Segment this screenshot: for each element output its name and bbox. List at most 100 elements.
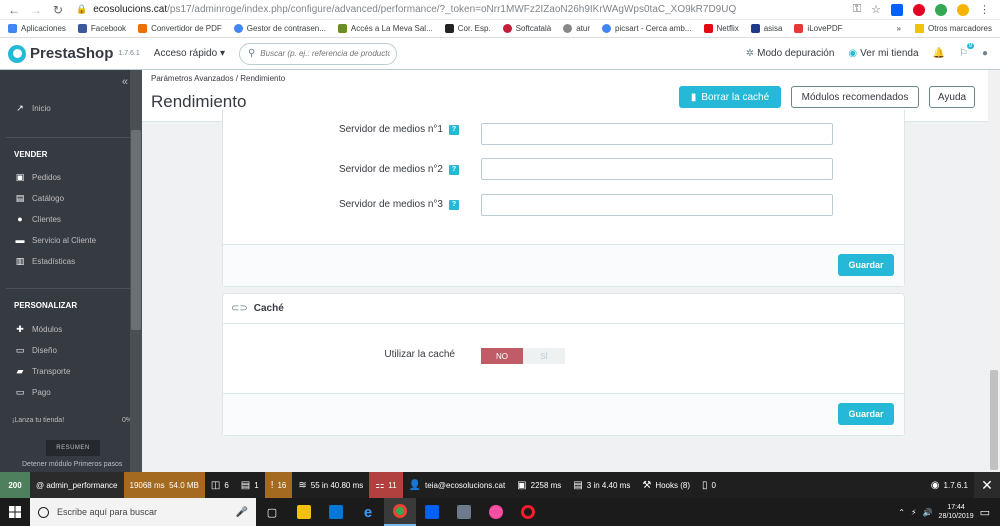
extension-icon[interactable] bbox=[935, 3, 947, 16]
dropbox-icon[interactable] bbox=[416, 498, 448, 526]
pinterest-icon[interactable] bbox=[913, 3, 925, 16]
forward-icon[interactable]: → bbox=[28, 3, 44, 17]
sidebar-item-home[interactable]: ↗ Inicio bbox=[14, 103, 50, 113]
microphone-icon[interactable]: 🎤 bbox=[236, 507, 248, 518]
clear-cache-button[interactable]: ▮ Borrar la caché bbox=[679, 86, 781, 108]
file-explorer-icon[interactable] bbox=[288, 498, 320, 526]
bookmark-ilovepdf[interactable]: iLovePDF bbox=[794, 24, 843, 33]
media-server-3-input[interactable] bbox=[481, 194, 833, 216]
bookmark-picsart[interactable]: picsart - Cerca amb... bbox=[602, 24, 692, 33]
search-icon: ⚲ bbox=[247, 48, 256, 59]
help-icon[interactable]: ? bbox=[449, 199, 459, 210]
sidebar-item-orders[interactable]: ▣ Pedidos bbox=[14, 172, 61, 182]
warnings-cell[interactable]: ! 16 bbox=[264, 472, 293, 498]
employee-cell[interactable]: 👤 teia@ecosolucions.cat bbox=[403, 472, 512, 498]
dropbox-icon[interactable] bbox=[891, 3, 903, 16]
sidebar-item-modules[interactable]: ✚ Módulos bbox=[14, 324, 62, 334]
header-search[interactable]: ⚲ bbox=[238, 42, 397, 65]
sidebar-item-design[interactable]: ▭ Diseño bbox=[14, 345, 57, 355]
help-button[interactable]: Ayuda bbox=[929, 86, 975, 108]
close-debugbar-icon[interactable]: ✕ bbox=[974, 472, 1000, 498]
app-icon[interactable] bbox=[448, 498, 480, 526]
edge-icon[interactable]: e bbox=[352, 498, 384, 526]
use-cache-switch[interactable]: NO SÍ bbox=[481, 348, 565, 364]
save-cache-button[interactable]: Guardar bbox=[838, 403, 894, 425]
bookmark-apps[interactable]: Aplicaciones bbox=[8, 24, 66, 33]
sidebar-item-customers[interactable]: ● Clientes bbox=[14, 214, 61, 224]
bookmark-cor[interactable]: Cor. Esp. bbox=[444, 24, 491, 33]
cache-yes-option[interactable]: SÍ bbox=[523, 348, 565, 364]
bookmark-pdf[interactable]: Convertidor de PDF bbox=[138, 24, 222, 33]
prestashop-icon: ◉ bbox=[930, 479, 940, 491]
notifications-bell-icon[interactable]: 🔔 bbox=[933, 48, 945, 59]
modules-cell[interactable]: ⚏ 11 bbox=[369, 472, 403, 498]
size-cell[interactable]: ▣ 2258 ms bbox=[511, 472, 567, 498]
star-icon[interactable]: ☆ bbox=[871, 3, 881, 16]
objects-cell[interactable]: ▯ 0 bbox=[696, 472, 722, 498]
view-shop-link[interactable]: ◉ Ver mi tienda bbox=[848, 48, 918, 59]
volume-icon[interactable]: 🔊 bbox=[923, 508, 933, 517]
bookmark-facebook[interactable]: Facebook bbox=[77, 24, 126, 33]
collapse-sidebar-icon[interactable]: « bbox=[122, 76, 128, 88]
help-icon[interactable]: ? bbox=[449, 164, 459, 175]
panel-footer: Guardar bbox=[223, 244, 904, 286]
content-scrollbar-thumb[interactable] bbox=[990, 370, 998, 470]
reload-icon[interactable]: ↻ bbox=[50, 3, 66, 17]
sidebar-scrollbar-thumb[interactable] bbox=[131, 130, 141, 330]
more-bookmarks-icon[interactable]: » bbox=[897, 24, 901, 33]
hooks-cell[interactable]: ⚒ Hooks (8) bbox=[636, 472, 696, 498]
status-code-badge[interactable]: 200 bbox=[0, 472, 30, 498]
task-view-icon[interactable]: ▢ bbox=[256, 498, 288, 526]
db-queries-cell[interactable]: ≋ 55 in 40.80 ms bbox=[292, 472, 369, 498]
back-icon[interactable]: ← bbox=[6, 3, 22, 17]
recommended-modules-button[interactable]: Módulos recomendados bbox=[791, 86, 919, 108]
bookmark-netflix[interactable]: Netflix bbox=[703, 24, 739, 33]
menu-icon[interactable]: ⋮ bbox=[979, 3, 990, 16]
timing-cell[interactable]: 19068 ms 54.0 MB bbox=[123, 472, 205, 498]
ps-version-cell[interactable]: ◉ 1.7.6.1 bbox=[925, 472, 974, 498]
opera-icon[interactable] bbox=[512, 498, 544, 526]
sidebar-item-stats[interactable]: ▥ Estadísticas bbox=[14, 256, 75, 266]
picsart-icon[interactable] bbox=[480, 498, 512, 526]
taskbar-search[interactable]: Escribe aquí para buscar 🎤 bbox=[30, 498, 256, 526]
sidebar-item-payment[interactable]: ▭ Pago bbox=[14, 387, 51, 397]
files-cell[interactable]: ▤ 1 bbox=[235, 472, 265, 498]
config-cell[interactable]: ◫ 6 bbox=[205, 472, 235, 498]
prestashop-logo[interactable]: PrestaShop 1.7.6.1 bbox=[8, 44, 140, 63]
sidebar-item-customer-service[interactable]: ▬ Servicio al Cliente bbox=[14, 235, 97, 245]
media-server-2-input[interactable] bbox=[481, 158, 833, 180]
route-cell[interactable]: @ admin_performance bbox=[30, 472, 124, 498]
bookmark-asisa[interactable]: asisa bbox=[750, 24, 782, 33]
orders-cart-icon[interactable]: ⚐ 9 bbox=[959, 43, 974, 59]
bookmark-password[interactable]: Gestor de contrasen... bbox=[233, 24, 326, 33]
quick-access-dropdown[interactable]: Acceso rápido ▾ bbox=[154, 48, 225, 59]
sidebar-item-shipping[interactable]: ▰ Transporte bbox=[14, 366, 71, 376]
tray-chevron-icon[interactable]: ⌃ bbox=[898, 508, 905, 517]
search-input[interactable] bbox=[260, 49, 391, 58]
user-account-icon[interactable]: ● bbox=[982, 48, 988, 59]
debug-mode-link[interactable]: ✲ Modo depuración bbox=[746, 48, 835, 59]
save-media-servers-button[interactable]: Guardar bbox=[838, 254, 894, 276]
content-scrollbar[interactable] bbox=[988, 70, 1000, 472]
help-icon[interactable]: ? bbox=[449, 124, 459, 135]
network-icon[interactable]: ⚡ bbox=[911, 508, 917, 517]
windows-start-icon[interactable] bbox=[0, 498, 30, 526]
store-icon[interactable] bbox=[320, 498, 352, 526]
other-bookmarks[interactable]: Otros marcadores bbox=[928, 24, 992, 33]
bookmark-atur[interactable]: atur bbox=[563, 24, 590, 33]
cache-no-option[interactable]: NO bbox=[481, 348, 523, 364]
clock[interactable]: 17:44 28/10/2019 bbox=[939, 503, 974, 521]
chrome-icon[interactable] bbox=[384, 498, 416, 526]
hooks-time-cell[interactable]: ▤ 3 in 4.40 ms bbox=[567, 472, 636, 498]
media-server-1-input[interactable] bbox=[481, 123, 833, 145]
stop-onboarding-link[interactable]: Detener módulo Primeros pasos bbox=[22, 461, 122, 468]
key-icon[interactable]: ⚿ bbox=[853, 3, 861, 16]
resumen-button[interactable]: RESUMEN bbox=[46, 440, 100, 456]
url-field[interactable]: 🔒 ecosolucions.cat /ps17/adminroge/index… bbox=[76, 4, 796, 15]
bookmark-salut[interactable]: Accés a La Meva Sal... bbox=[337, 24, 433, 33]
sidebar-item-catalog[interactable]: ▤ Catálogo bbox=[14, 193, 64, 203]
profile-avatar[interactable] bbox=[957, 3, 969, 16]
notifications-icon[interactable]: ▭ bbox=[980, 506, 990, 519]
sidebar-scrollbar[interactable] bbox=[130, 70, 142, 472]
bookmark-softcatala[interactable]: Softcatalà bbox=[502, 24, 551, 33]
